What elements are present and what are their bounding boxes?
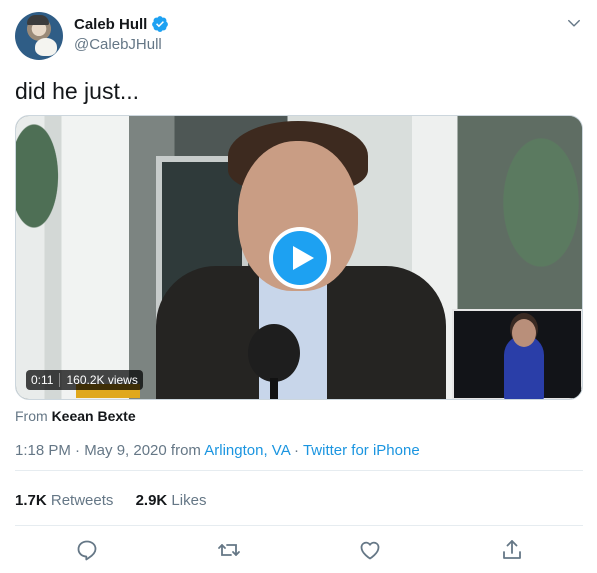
retweets-label: Retweets: [50, 492, 114, 509]
media-source-link[interactable]: Keean Bexte: [52, 408, 136, 424]
media-attribution: From Keean Bexte: [15, 408, 136, 424]
verified-badge-icon: [152, 16, 169, 32]
meta-separator: ·: [289, 442, 303, 459]
reply-icon[interactable]: [75, 538, 99, 562]
retweet-icon[interactable]: [217, 538, 241, 562]
likes-label: Likes: [171, 492, 207, 509]
play-button[interactable]: [269, 227, 331, 289]
tweet-text: did he just...: [15, 78, 140, 104]
display-name[interactable]: Caleb Hull: [74, 16, 147, 33]
client-link[interactable]: Twitter for iPhone: [303, 442, 420, 459]
video-microphone: [248, 324, 300, 382]
likes-count: 2.9K: [135, 492, 168, 509]
share-icon[interactable]: [500, 538, 524, 562]
user-handle[interactable]: @CalebJHull: [74, 36, 162, 53]
video-info-badge: 0:11 160.2K views: [26, 370, 143, 390]
interpreter-head: [512, 319, 536, 347]
sign-language-inset: [452, 309, 582, 399]
avatar-dog: [35, 38, 57, 56]
badge-divider: [59, 373, 61, 387]
video-plant-left: [16, 116, 76, 266]
divider-top: [15, 470, 583, 471]
video-plant-right: [486, 126, 582, 296]
name-row: Caleb Hull: [74, 15, 169, 33]
play-icon: [292, 246, 314, 270]
divider-bottom: [15, 525, 583, 526]
retweets-count: 1.7K: [15, 492, 47, 509]
likes-stat[interactable]: 2.9K Likes: [136, 492, 207, 509]
video-duration: 0:11: [31, 373, 54, 387]
avatar-cap: [27, 15, 49, 25]
location-link[interactable]: Arlington, VA: [204, 442, 290, 459]
tweet-actions: [0, 538, 597, 564]
tweet-meta: 1:18 PM · May 9, 2020 from Arlington, VA…: [15, 442, 420, 459]
tweet-timestamp[interactable]: 1:18 PM · May 9, 2020 from: [15, 442, 204, 459]
tweet-card: Caleb Hull @CalebJHull did he just... 0:…: [0, 0, 597, 573]
like-icon[interactable]: [358, 538, 382, 562]
chevron-down-icon[interactable]: [567, 16, 581, 30]
retweets-stat[interactable]: 1.7K Retweets: [15, 492, 113, 509]
from-label: From: [15, 408, 48, 424]
video-microphone-stick: [270, 378, 278, 399]
avatar[interactable]: [15, 12, 63, 60]
video-views: 160.2K views: [66, 373, 138, 387]
tweet-stats: 1.7K Retweets 2.9K Likes: [15, 492, 224, 509]
video-player[interactable]: 0:11 160.2K views: [15, 115, 583, 400]
